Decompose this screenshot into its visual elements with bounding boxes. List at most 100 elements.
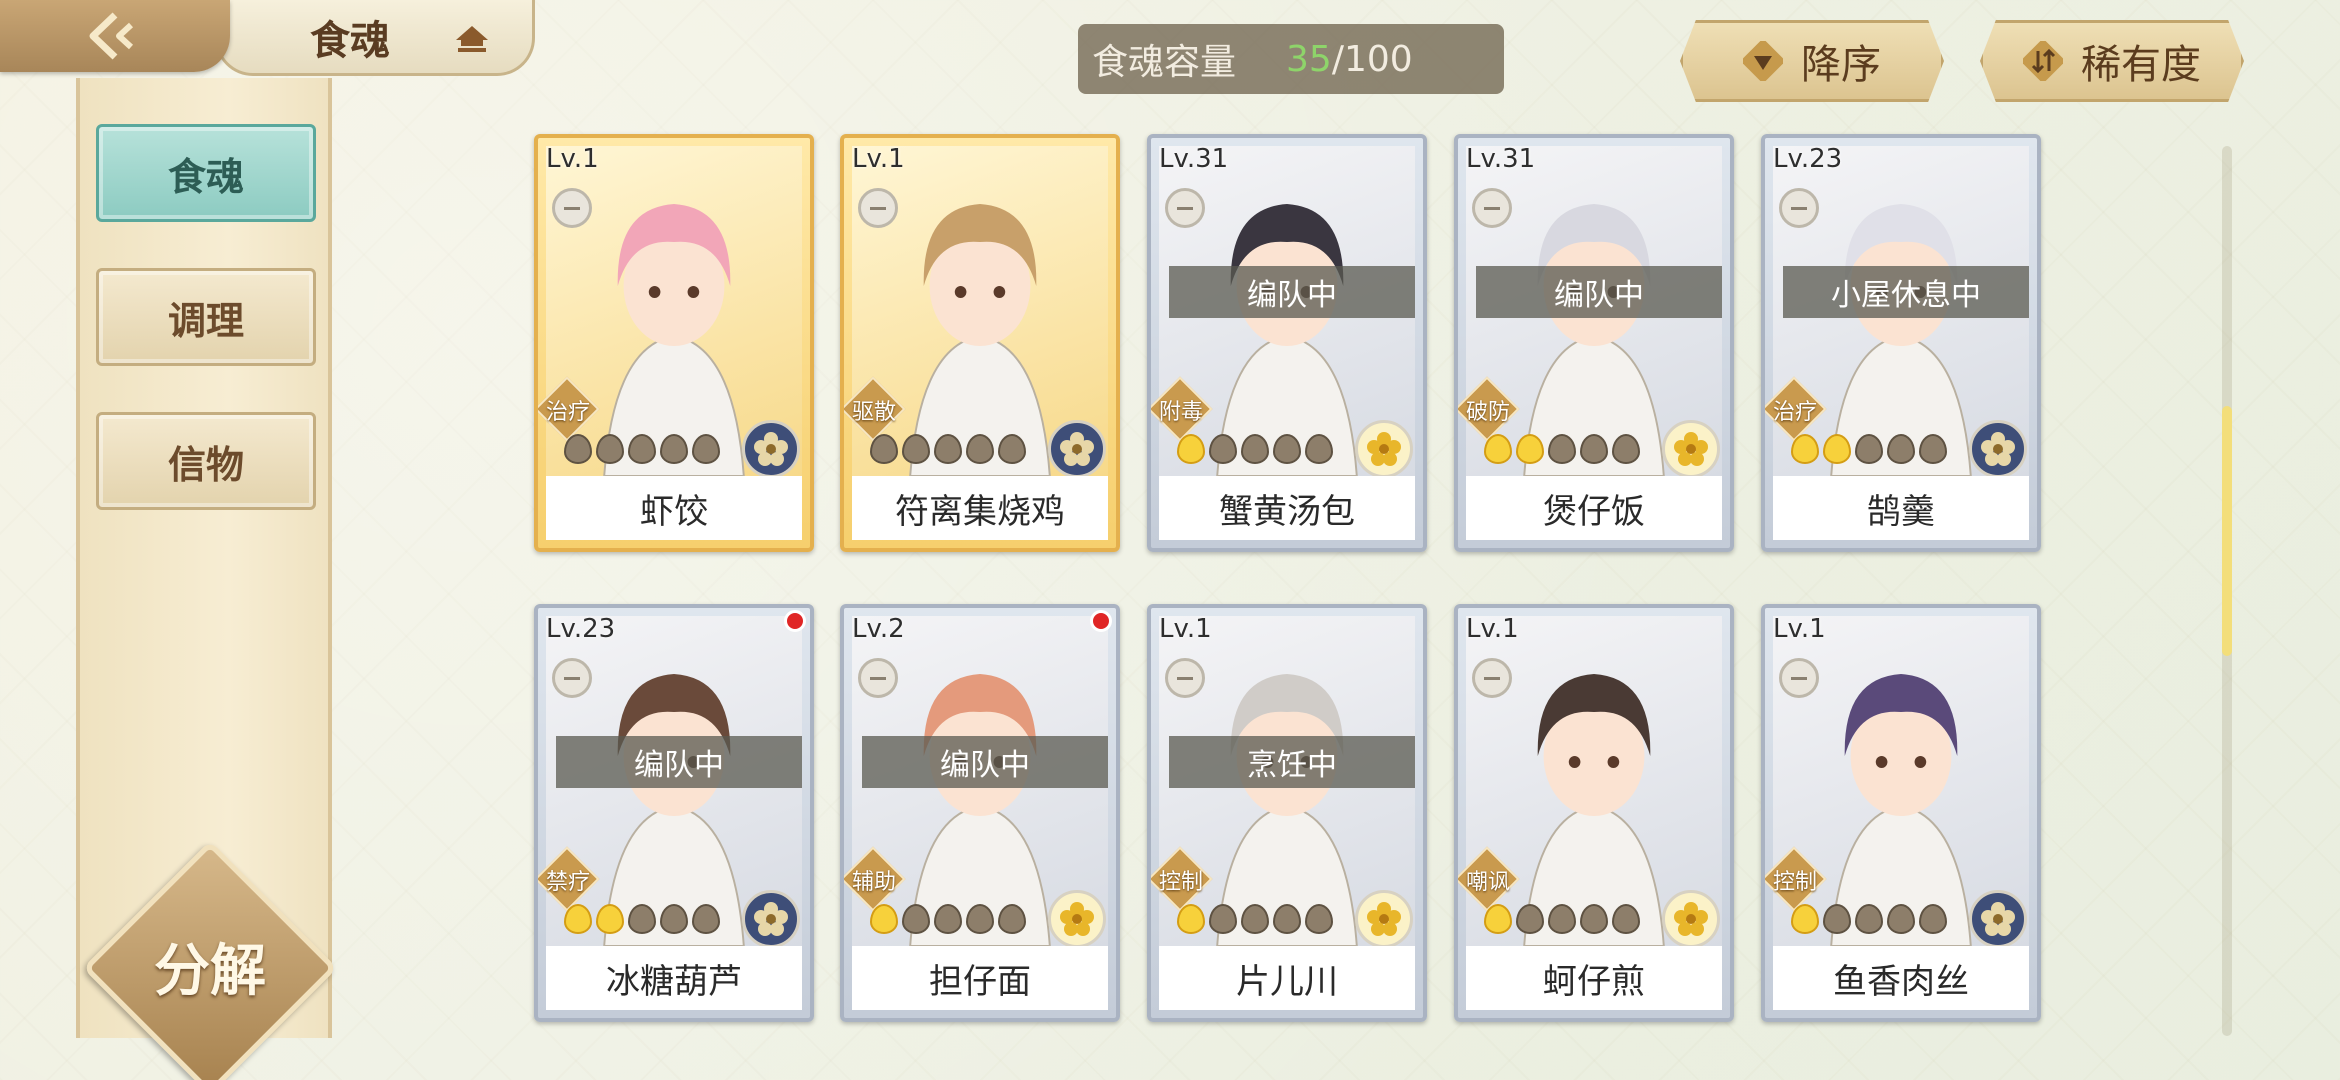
bowl-icon — [552, 658, 592, 698]
star-drop-icon — [596, 434, 624, 464]
bowl-icon — [1472, 188, 1512, 228]
star-drop-icon — [692, 434, 720, 464]
card-name: 冰糖葫芦 — [546, 946, 802, 1010]
card-status-badge: 小屋休息中 — [1783, 266, 2029, 318]
card-name: 蟹黄汤包 — [1159, 476, 1415, 540]
bowl-icon — [1779, 188, 1819, 228]
sort-rarity-label: 稀有度 — [2081, 42, 2201, 88]
star-drop-icon — [564, 434, 592, 464]
star-drop-icon — [1580, 434, 1608, 464]
star-drop-icon — [1177, 904, 1205, 934]
bowl-icon — [1165, 658, 1205, 698]
food-soul-card[interactable]: Lv.1 嘲讽 蚵仔煎 — [1454, 604, 1734, 1022]
star-drop-icon — [998, 434, 1026, 464]
role-label: 辅助 — [851, 870, 896, 895]
sort-order-button[interactable]: 降序 — [1680, 20, 1944, 102]
star-drop-icon — [1209, 434, 1237, 464]
card-level: Lv.1 — [1159, 614, 1212, 644]
role-badge: 附毒 — [1151, 376, 1213, 442]
star-drop-icon — [628, 434, 656, 464]
food-soul-card[interactable]: Lv.1 治疗 虾饺 — [534, 134, 814, 552]
star-rating — [1791, 434, 1947, 464]
role-badge: 辅助 — [844, 846, 906, 912]
card-level: Lv.2 — [852, 614, 905, 644]
element-flower-icon — [1048, 890, 1106, 948]
food-soul-card[interactable]: Lv.23 小屋休息中 治疗 鹄羹 — [1761, 134, 2041, 552]
card-name: 鹄羹 — [1773, 476, 2029, 540]
element-flower-icon — [742, 890, 800, 948]
food-soul-card[interactable]: Lv.31 编队中 破防 煲仔饭 — [1454, 134, 1734, 552]
back-arrow-icon — [89, 12, 134, 60]
star-rating — [1177, 434, 1333, 464]
star-drop-icon — [1855, 904, 1883, 934]
star-drop-icon — [934, 904, 962, 934]
star-drop-icon — [1612, 904, 1640, 934]
element-flower-icon — [1969, 420, 2027, 478]
food-soul-card[interactable]: Lv.1 控制 鱼香肉丝 — [1761, 604, 2041, 1022]
sidebar-item-food-soul[interactable]: 食魂 — [96, 124, 316, 222]
scrollbar[interactable] — [2222, 146, 2232, 1036]
decompose-label[interactable]: 分解 — [120, 926, 300, 1006]
star-rating — [1177, 904, 1333, 934]
role-badge: 嘲讽 — [1458, 846, 1520, 912]
card-name: 符离集烧鸡 — [852, 476, 1108, 540]
role-label: 驱散 — [851, 400, 896, 425]
food-soul-card[interactable]: Lv.23 编队中 禁疗 冰糖葫芦 — [534, 604, 814, 1022]
star-drop-icon — [934, 434, 962, 464]
card-name: 虾饺 — [546, 476, 802, 540]
card-name: 担仔面 — [852, 946, 1108, 1010]
food-soul-card[interactable]: Lv.1 驱散 符离集烧鸡 — [840, 134, 1120, 552]
notification-dot — [1090, 610, 1112, 632]
star-drop-icon — [660, 904, 688, 934]
food-soul-card[interactable]: Lv.2 编队中辅助担仔面 — [840, 604, 1120, 1022]
sidebar-item-token[interactable]: 信物 — [96, 412, 316, 510]
star-drop-icon — [1177, 434, 1205, 464]
element-flower-icon — [1048, 420, 1106, 478]
card-status-badge: 编队中 — [1169, 266, 1415, 318]
bowl-icon — [1779, 658, 1819, 698]
star-rating — [1791, 904, 1947, 934]
star-drop-icon — [1887, 904, 1915, 934]
role-label: 禁疗 — [545, 870, 590, 895]
role-label: 嘲讽 — [1465, 870, 1510, 895]
star-drop-icon — [1305, 434, 1333, 464]
card-level: Lv.31 — [1466, 144, 1536, 174]
food-soul-card[interactable]: Lv.1 烹饪中 控制 片儿川 — [1147, 604, 1427, 1022]
scrollbar-thumb[interactable] — [2222, 406, 2232, 656]
sidebar-item-conditioning[interactable]: 调理 — [96, 268, 316, 366]
notification-dot — [784, 610, 806, 632]
top-header: 食魂 — [0, 0, 540, 78]
left-sidebar: 食魂 调理 信物 分解 — [76, 78, 338, 1080]
star-drop-icon — [1855, 434, 1883, 464]
star-drop-icon — [902, 904, 930, 934]
sidebar-item-label: 食魂 — [167, 153, 244, 199]
capacity-current: 35 — [1286, 38, 1332, 80]
role-badge: 治疗 — [1765, 376, 1827, 442]
star-drop-icon — [660, 434, 688, 464]
star-drop-icon — [1887, 434, 1915, 464]
star-rating — [564, 434, 720, 464]
role-badge: 控制 — [1151, 846, 1213, 912]
food-soul-card[interactable]: Lv.31 编队中 附毒 蟹黄汤包 — [1147, 134, 1427, 552]
role-badge: 破防 — [1458, 376, 1520, 442]
star-rating — [870, 904, 1026, 934]
card-name: 蚵仔煎 — [1466, 946, 1722, 1010]
card-name: 煲仔饭 — [1466, 476, 1722, 540]
star-drop-icon — [1580, 904, 1608, 934]
back-button[interactable] — [0, 0, 230, 72]
star-drop-icon — [966, 434, 994, 464]
star-drop-icon — [1484, 434, 1512, 464]
star-drop-icon — [596, 904, 624, 934]
star-drop-icon — [1305, 904, 1333, 934]
star-drop-icon — [1548, 434, 1576, 464]
star-drop-icon — [902, 434, 930, 464]
sort-rarity-button[interactable]: 稀有度 — [1980, 20, 2244, 102]
role-badge: 控制 — [1765, 846, 1827, 912]
star-drop-icon — [1516, 904, 1544, 934]
triangle-down-icon — [1743, 41, 1783, 81]
sort-order-label: 降序 — [1801, 42, 1881, 88]
role-label: 控制 — [1772, 870, 1817, 895]
card-status-badge: 编队中 — [862, 736, 1108, 788]
role-label: 破防 — [1465, 400, 1510, 425]
star-drop-icon — [1548, 904, 1576, 934]
